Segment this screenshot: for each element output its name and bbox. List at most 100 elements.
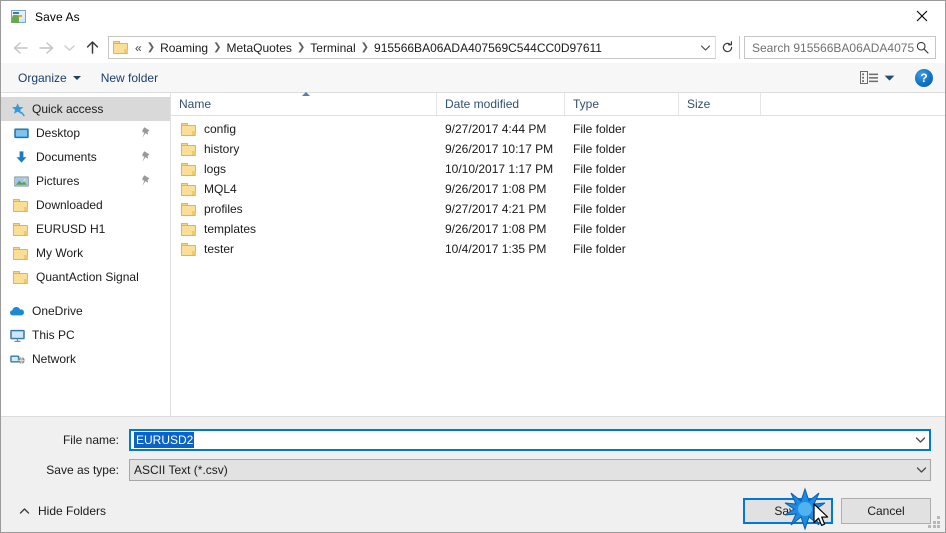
save-as-type-value: ASCII Text (*.csv) [134, 463, 228, 477]
breadcrumb-separator: ❯ [213, 42, 222, 53]
sidebar-item-network[interactable]: Network [1, 347, 170, 371]
file-name-row: File name: EURUSD2 [15, 429, 931, 451]
address-dropdown-icon[interactable] [695, 37, 715, 58]
up-one-level-button[interactable] [79, 35, 105, 61]
back-button[interactable] [7, 35, 33, 61]
table-row[interactable]: profiles 9/27/2017 4:21 PM File folder [171, 199, 945, 219]
column-header-label: Type [573, 97, 600, 111]
sidebar-item-label: Pictures [36, 174, 80, 188]
pin-icon[interactable] [140, 126, 152, 140]
table-row[interactable]: config 9/27/2017 4:44 PM File folder [171, 119, 945, 139]
column-header-size[interactable]: Size [679, 93, 761, 115]
organize-button[interactable]: Organize [14, 68, 89, 88]
breadcrumb-item-terminal-guid[interactable]: 915566BA06ADA407569C544CC0D97611 [371, 41, 605, 55]
folder-icon [181, 182, 197, 196]
column-header-name[interactable]: Name [171, 92, 437, 115]
this-pc-icon [9, 327, 25, 343]
file-name-dropdown-icon[interactable] [912, 431, 929, 449]
save-as-type-dropdown-icon[interactable] [913, 460, 930, 480]
breadcrumb-item-roaming[interactable]: Roaming [157, 41, 211, 55]
breadcrumb: « ❯ Roaming ❯ MetaQuotes ❯ Terminal ❯ 91… [133, 41, 695, 55]
sidebar-item-onedrive[interactable]: OneDrive [1, 299, 170, 323]
hide-folders-label: Hide Folders [38, 503, 107, 518]
dialog-buttons: Save Cancel [743, 497, 931, 524]
breadcrumb-separator: ❯ [146, 42, 156, 53]
sidebar-item-quick-access[interactable]: Quick access [1, 97, 170, 121]
search-icon[interactable] [914, 41, 931, 54]
cell-date-modified: 9/26/2017 1:08 PM [445, 222, 547, 236]
view-layout-icon[interactable] [860, 70, 880, 86]
folder-icon [181, 222, 197, 236]
hide-folders-button[interactable]: Hide Folders [15, 504, 106, 518]
recent-locations-button[interactable] [59, 35, 79, 61]
breadcrumb-item-terminal[interactable]: Terminal [307, 41, 358, 55]
folder-icon [181, 122, 197, 136]
column-header-type[interactable]: Type [565, 93, 679, 115]
column-header-row: Name Date modified Type Size [171, 92, 945, 116]
save-button[interactable]: Save [743, 497, 833, 524]
sidebar-item-this-pc[interactable]: This PC [1, 323, 170, 347]
sidebar-item-quantaction-signal[interactable]: QuantAction Signal [1, 265, 170, 289]
dialog-body: Quick access Desktop Documents Pictures … [1, 92, 945, 416]
address-bar[interactable]: « ❯ Roaming ❯ MetaQuotes ❯ Terminal ❯ 91… [108, 36, 740, 59]
save-form: File name: EURUSD2 Save as type: ASCII T… [1, 416, 945, 489]
cell-type: File folder [573, 202, 626, 216]
cell-type: File folder [573, 222, 626, 236]
cell-date-modified: 10/10/2017 1:17 PM [445, 162, 554, 176]
sidebar-item-documents[interactable]: Documents [1, 145, 170, 169]
search-input[interactable]: Search 915566BA06ADA40756... [744, 36, 936, 59]
column-header-date-modified[interactable]: Date modified [437, 93, 565, 115]
folder-icon [13, 269, 29, 285]
cell-date-modified: 10/4/2017 1:35 PM [445, 242, 547, 256]
sidebar-item-label: My Work [36, 246, 84, 260]
sidebar-item-label: Downloaded [36, 198, 103, 212]
cell-name: history [171, 142, 437, 156]
folder-icon [113, 40, 129, 55]
folder-icon [181, 142, 197, 156]
table-row[interactable]: MQL4 9/26/2017 1:08 PM File folder [171, 179, 945, 199]
cancel-button[interactable]: Cancel [841, 497, 931, 524]
sidebar-item-eurusd-h1[interactable]: EURUSD H1 [1, 217, 170, 241]
breadcrumb-overflow[interactable]: « [133, 41, 145, 55]
view-dropdown-icon[interactable] [884, 74, 895, 82]
file-name-input[interactable]: EURUSD2 [129, 429, 931, 451]
sidebar-item-my-work[interactable]: My Work [1, 241, 170, 265]
new-folder-button[interactable]: New folder [97, 68, 166, 88]
cell-name: templates [171, 222, 437, 236]
sidebar-item-label: Network [32, 352, 77, 366]
pin-icon[interactable] [140, 150, 152, 164]
forward-button[interactable] [33, 35, 59, 61]
save-as-app-icon [11, 9, 27, 25]
sort-ascending-icon [302, 92, 310, 96]
table-row[interactable]: history 9/26/2017 10:17 PM File folder [171, 139, 945, 159]
close-icon[interactable] [899, 1, 945, 31]
resize-grip-icon[interactable] [928, 516, 941, 529]
file-name: history [204, 142, 240, 156]
pin-icon[interactable] [140, 174, 152, 188]
refresh-icon[interactable] [715, 36, 739, 59]
table-row[interactable]: logs 10/10/2017 1:17 PM File folder [171, 159, 945, 179]
table-row[interactable]: tester 10/4/2017 1:35 PM File folder [171, 239, 945, 259]
breadcrumb-item-metaquotes[interactable]: MetaQuotes [224, 41, 295, 55]
sidebar-item-desktop[interactable]: Desktop [1, 121, 170, 145]
network-icon [9, 351, 25, 367]
chevron-down-icon [72, 75, 81, 80]
dialog-footer: Hide Folders Save Cancel [1, 489, 945, 532]
title-bar: Save As [1, 1, 945, 32]
documents-download-icon [13, 149, 29, 165]
file-name: config [204, 122, 237, 136]
save-as-type-label: Save as type: [46, 463, 119, 477]
sidebar-item-downloaded[interactable]: Downloaded [1, 193, 170, 217]
cell-date-modified: 9/26/2017 10:17 PM [445, 142, 554, 156]
file-rows: config 9/27/2017 4:44 PM File folder his… [171, 116, 945, 416]
save-as-dialog: Save As « ❯ Roaming ❯ MetaQuotes ❯ Termi… [0, 0, 946, 533]
help-icon[interactable]: ? [915, 68, 933, 87]
sidebar-item-label: This PC [32, 328, 75, 342]
sidebar-item-label: Quick access [32, 102, 104, 116]
sidebar-item-pictures[interactable]: Pictures [1, 169, 170, 193]
table-row[interactable]: templates 9/26/2017 1:08 PM File folder [171, 219, 945, 239]
cell-name: config [171, 122, 437, 136]
file-name: tester [204, 242, 235, 256]
pictures-icon [13, 173, 29, 189]
save-as-type-select[interactable]: ASCII Text (*.csv) [129, 459, 931, 481]
